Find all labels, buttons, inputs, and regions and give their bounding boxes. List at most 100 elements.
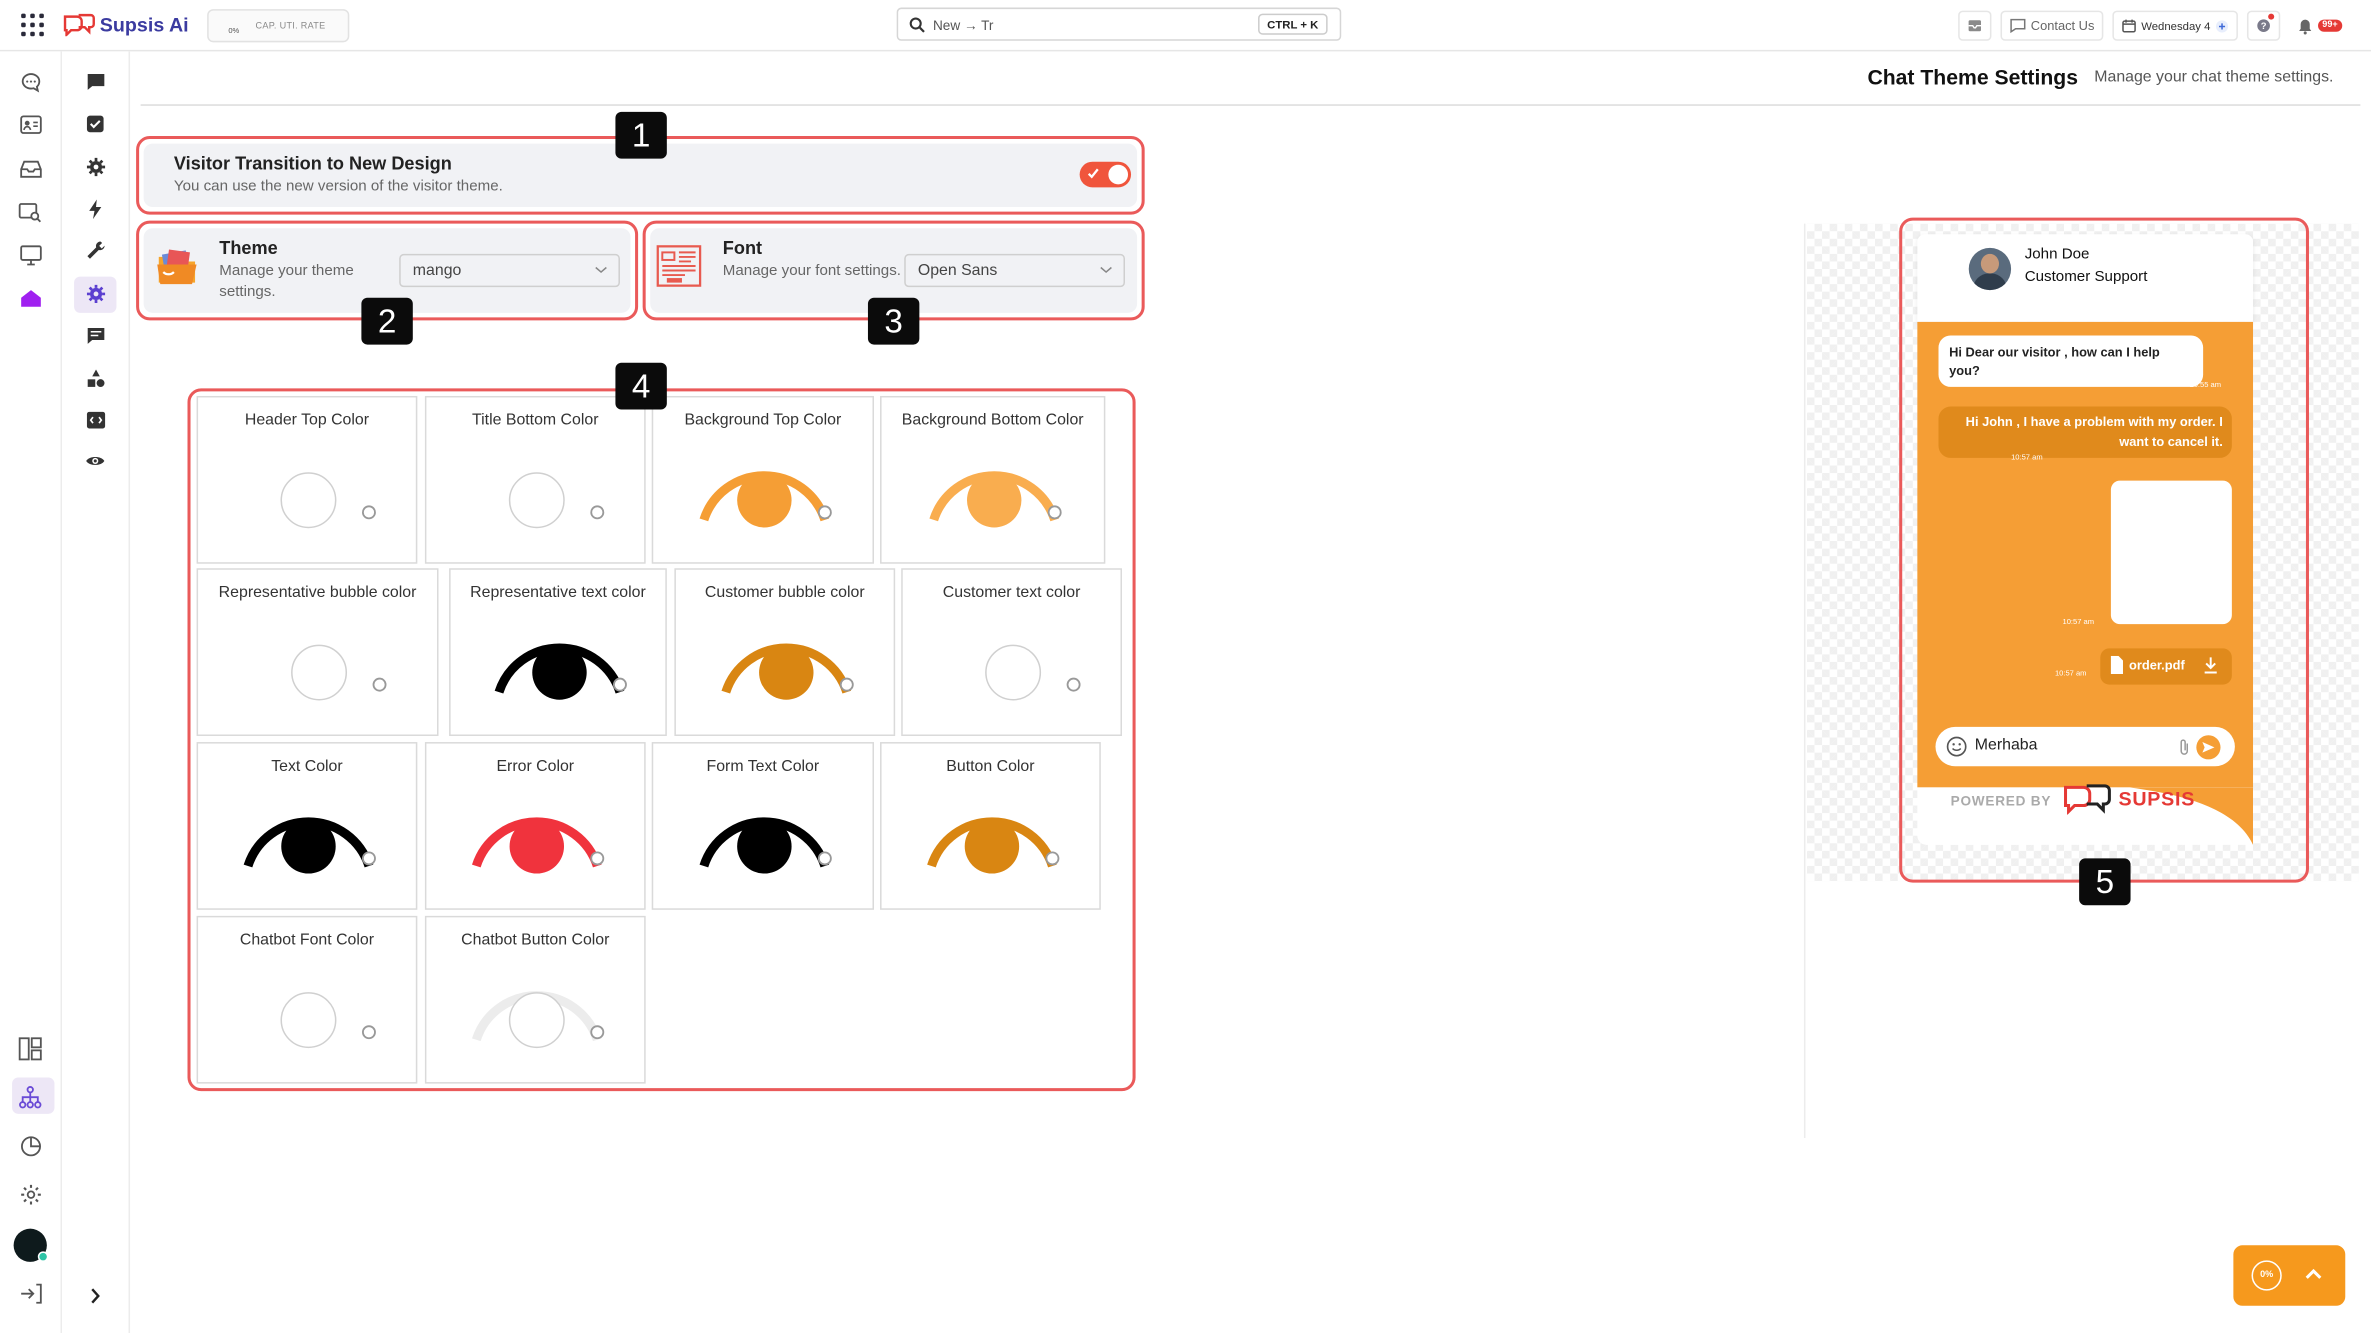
color-picker-card[interactable]: Title Bottom Color bbox=[424, 395, 647, 565]
emoji-icon[interactable] bbox=[1946, 736, 1967, 757]
color-picker-card[interactable]: Error Color bbox=[424, 742, 647, 912]
nav-settings[interactable] bbox=[0, 1183, 60, 1206]
image-time: 10:57 am bbox=[2062, 618, 2095, 628]
supsis-footer-logo: SUPSIS bbox=[2063, 781, 2196, 815]
plus-icon[interactable] bbox=[2215, 19, 2229, 33]
color-dial-icon[interactable] bbox=[903, 570, 1124, 738]
floating-progress-button[interactable]: 0% bbox=[2233, 1245, 2346, 1306]
color-dial-handle bbox=[839, 677, 854, 692]
subnav-messages[interactable] bbox=[62, 73, 129, 91]
color-dial-icon[interactable] bbox=[198, 917, 419, 1085]
color-picker-card[interactable]: Text Color bbox=[196, 742, 419, 912]
subnav-canned-messages[interactable] bbox=[62, 326, 129, 344]
font-select[interactable]: Open Sans bbox=[904, 253, 1126, 288]
expand-sidebar-button[interactable] bbox=[62, 1288, 129, 1305]
color-dial-icon[interactable] bbox=[882, 744, 1103, 912]
color-dial-icon[interactable] bbox=[426, 917, 647, 1085]
agent-name: John Doe bbox=[2024, 246, 2090, 263]
hierarchy-icon bbox=[19, 1086, 42, 1109]
nav-home[interactable] bbox=[0, 289, 60, 309]
file-attachment[interactable]: order.pdf bbox=[2100, 648, 2232, 685]
visitor-transition-toggle[interactable] bbox=[1079, 161, 1132, 188]
color-picker-card[interactable]: Customer bubble color bbox=[674, 568, 897, 738]
color-dial-icon[interactable] bbox=[198, 744, 419, 912]
color-dial-handle bbox=[613, 677, 627, 692]
nav-logout[interactable] bbox=[0, 1283, 60, 1304]
color-picker-card[interactable]: Representative bubble color bbox=[196, 568, 440, 738]
calendar-button[interactable]: Wednesday 4 bbox=[2112, 10, 2238, 41]
contact-card-icon bbox=[19, 115, 41, 134]
image-attachment[interactable] bbox=[2110, 480, 2232, 625]
message-icon bbox=[86, 74, 104, 90]
color-picker-card[interactable]: Chatbot Font Color bbox=[196, 915, 419, 1085]
color-dial-icon[interactable] bbox=[426, 397, 647, 565]
page-title: Chat Theme Settings bbox=[1867, 64, 2079, 90]
subnav-settings[interactable] bbox=[62, 157, 129, 177]
help-icon: ? bbox=[2257, 19, 2270, 32]
bell-icon bbox=[2298, 18, 2311, 34]
capacity-utilization-widget[interactable]: 0% CAP. UTI. RATE bbox=[207, 9, 350, 43]
paperclip-icon[interactable] bbox=[2179, 738, 2190, 756]
color-picker-card[interactable]: Background Bottom Color bbox=[880, 395, 1107, 565]
brand-name: Supsis Ai bbox=[99, 12, 189, 36]
nav-dashboard[interactable] bbox=[0, 1037, 60, 1061]
subnav-automation[interactable] bbox=[62, 199, 129, 220]
nav-contacts[interactable] bbox=[0, 115, 60, 135]
chat-widget-preview: John Doe Customer Support Hi Dear our vi… bbox=[1917, 234, 2254, 846]
global-search[interactable]: CTRL + K bbox=[896, 7, 1342, 41]
subnav-tasks[interactable] bbox=[62, 115, 129, 133]
nav-monitoring[interactable] bbox=[0, 203, 60, 224]
preview-divider bbox=[1803, 223, 1806, 1139]
brand-logo[interactable]: Supsis Ai bbox=[62, 11, 189, 38]
color-dial-icon[interactable] bbox=[198, 570, 440, 738]
color-picker-card[interactable]: Chatbot Button Color bbox=[424, 915, 647, 1085]
nav-screen[interactable] bbox=[0, 245, 60, 266]
monitor-icon bbox=[19, 245, 41, 266]
color-dial-icon[interactable] bbox=[426, 744, 647, 912]
visitor-transition-title: Visitor Transition to New Design bbox=[173, 152, 452, 174]
color-dial-handle bbox=[817, 505, 832, 520]
help-button[interactable]: ? bbox=[2246, 10, 2280, 41]
theme-select[interactable]: mango bbox=[399, 253, 620, 288]
customer-time: 10:57 am bbox=[2011, 453, 2043, 463]
color-dial-icon[interactable] bbox=[882, 397, 1107, 565]
color-swatch bbox=[737, 819, 792, 874]
nav-reports[interactable] bbox=[0, 1135, 60, 1158]
apps-grid-icon[interactable] bbox=[21, 13, 44, 37]
contact-us-button[interactable]: Contact Us bbox=[2000, 10, 2104, 41]
color-dial-handle bbox=[372, 677, 387, 692]
download-icon[interactable] bbox=[2203, 656, 2218, 674]
color-dial-handle bbox=[361, 851, 376, 866]
subnav-tools[interactable] bbox=[62, 240, 129, 260]
color-dial-icon[interactable] bbox=[653, 744, 875, 912]
subnav-code[interactable] bbox=[62, 410, 129, 430]
color-dial-icon[interactable] bbox=[653, 397, 875, 565]
inbox-button[interactable] bbox=[1958, 10, 1992, 41]
preview-footer: POWERED BY SUPSIS bbox=[1917, 784, 2254, 845]
color-picker-card[interactable]: Representative text color bbox=[449, 568, 669, 738]
subnav-theme-settings[interactable] bbox=[62, 276, 129, 313]
subnav-visibility[interactable] bbox=[62, 453, 129, 468]
color-picker-card[interactable]: Customer text color bbox=[901, 568, 1124, 738]
nav-conversations[interactable] bbox=[0, 71, 60, 94]
color-picker-card[interactable]: Header Top Color bbox=[196, 395, 419, 565]
notifications-button[interactable]: 99+ bbox=[2289, 10, 2350, 41]
color-dial-handle bbox=[361, 505, 376, 520]
subnav-shapes[interactable] bbox=[62, 369, 129, 389]
nav-workflow[interactable] bbox=[0, 1077, 60, 1114]
color-dial-icon[interactable] bbox=[451, 570, 669, 738]
color-picker-card[interactable]: Background Top Color bbox=[651, 395, 875, 565]
color-dial-icon[interactable] bbox=[198, 397, 419, 565]
file-time: 10:57 am bbox=[2054, 669, 2087, 679]
color-swatch bbox=[532, 645, 587, 700]
preview-message-input[interactable]: Merhaba bbox=[1935, 726, 2235, 767]
color-dial-icon[interactable] bbox=[676, 570, 897, 738]
color-picker-card[interactable]: Button Color bbox=[880, 742, 1101, 910]
color-swatch bbox=[759, 645, 814, 700]
nav-inbox[interactable] bbox=[0, 159, 60, 179]
color-swatch bbox=[966, 473, 1022, 528]
color-picker-card[interactable]: Form Text Color bbox=[651, 742, 875, 912]
nav-profile[interactable] bbox=[0, 1228, 60, 1262]
send-icon[interactable] bbox=[2196, 734, 2222, 760]
search-input[interactable] bbox=[932, 15, 1160, 35]
